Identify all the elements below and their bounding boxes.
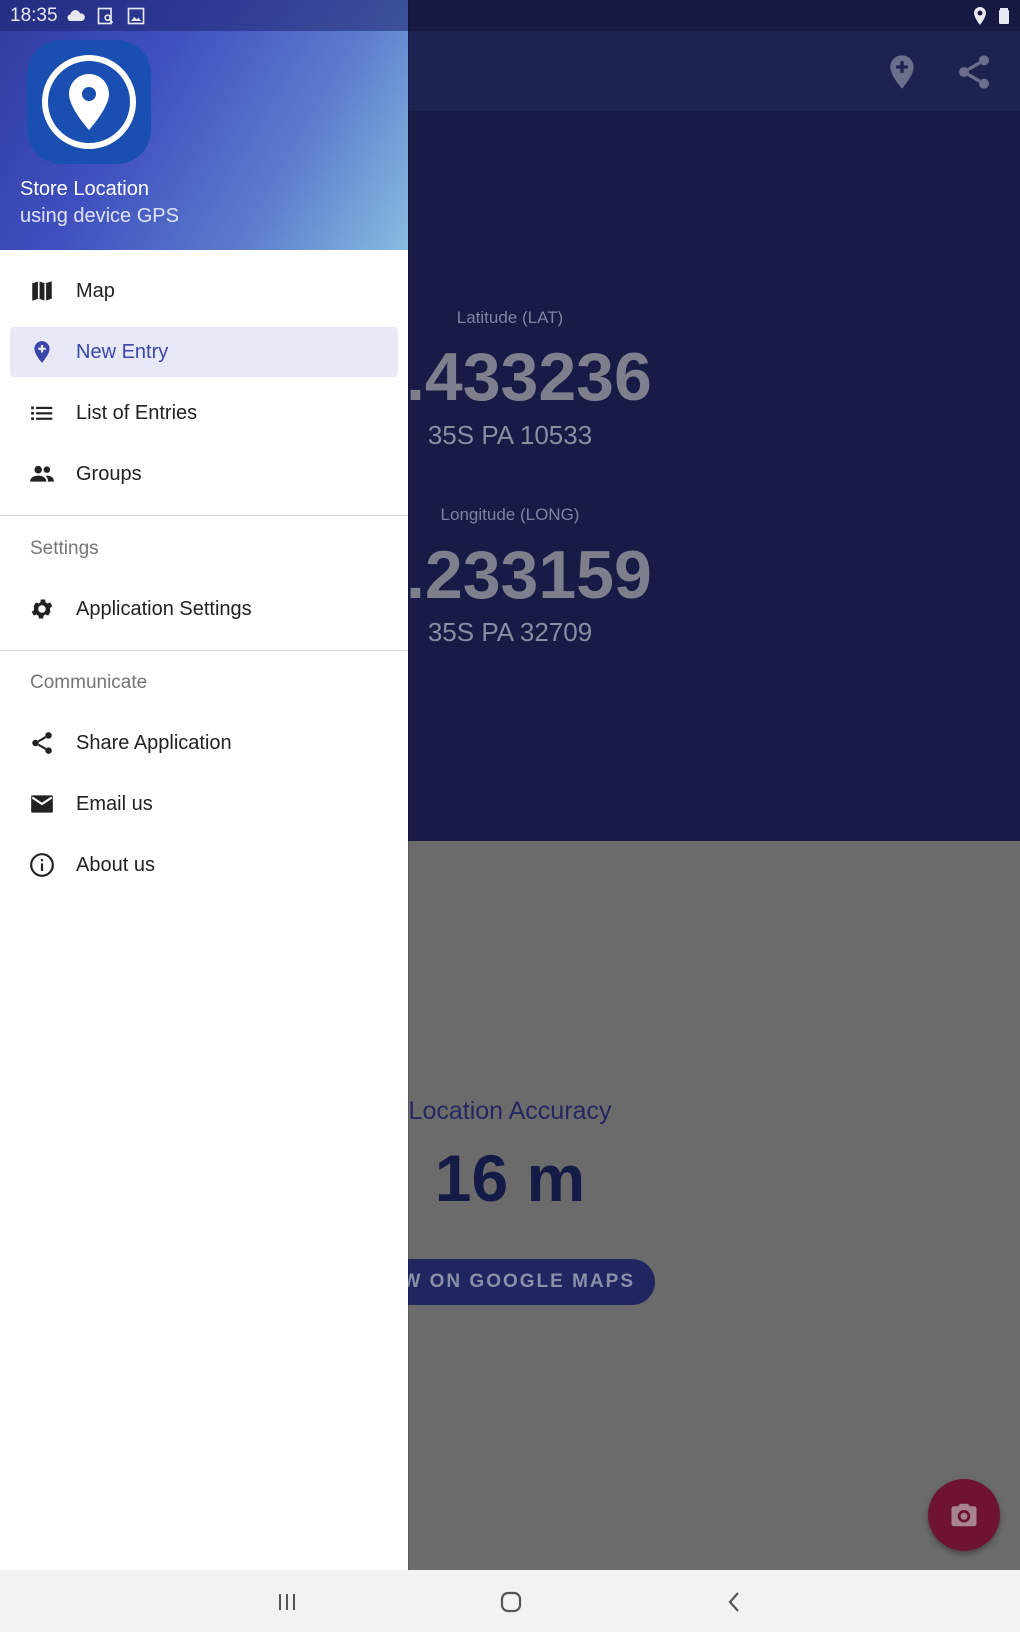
divider: [0, 650, 408, 651]
accuracy-label: Location Accuracy: [408, 1097, 612, 1125]
nav-item-application-settings[interactable]: Application Settings: [10, 584, 398, 634]
back-button[interactable]: [720, 1587, 750, 1617]
recents-icon: [279, 1594, 295, 1610]
gear-icon: [29, 596, 55, 622]
navigation-drawer: 18:35 Store Location using device GPS Ma…: [0, 0, 408, 1570]
add-location-icon: [890, 55, 914, 89]
section-label-settings: Settings: [30, 538, 99, 559]
screenshot-icon: [96, 6, 116, 26]
add-location-button[interactable]: [882, 52, 922, 92]
battery-icon: [996, 6, 1012, 26]
camera-fab[interactable]: [928, 1479, 1000, 1551]
nav-item-share-application[interactable]: Share Application: [10, 718, 398, 768]
info-icon: [29, 852, 55, 878]
nav-label: Map: [76, 279, 115, 302]
recents-button[interactable]: [272, 1587, 302, 1617]
header-subtitle: using device GPS: [20, 205, 179, 227]
map-pin-logo: [27, 40, 151, 164]
divider: [0, 515, 408, 516]
nav-label: Groups: [76, 462, 142, 485]
home-button[interactable]: [496, 1587, 526, 1617]
nav-label: Application Settings: [76, 597, 252, 620]
nav-label: New Entry: [76, 340, 169, 363]
add-location-icon: [29, 339, 55, 365]
share-icon: [29, 730, 55, 756]
status-time: 18:35: [10, 5, 58, 26]
accuracy-value: 16 m: [434, 1141, 586, 1215]
back-icon: [728, 1592, 739, 1612]
list-icon: [29, 400, 55, 426]
nav-label: Share Application: [76, 731, 232, 754]
status-icons-right: [972, 6, 1012, 26]
section-label-communicate: Communicate: [30, 672, 148, 693]
nav-item-new-entry[interactable]: New Entry: [10, 327, 398, 377]
nav-label: List of Entries: [76, 401, 198, 424]
header-title: Store Location: [20, 178, 149, 200]
drawer-header: 18:35 Store Location using device GPS: [0, 0, 408, 250]
map-icon: [29, 278, 55, 304]
share-icon: [959, 55, 989, 89]
status-icons-left: [66, 6, 146, 26]
nav-item-groups[interactable]: Groups: [10, 449, 398, 499]
cloud-icon: [66, 6, 86, 26]
camera-icon: [951, 1503, 977, 1527]
nav-item-about-us[interactable]: About us: [10, 840, 398, 890]
system-navigation-bar: [0, 1570, 1020, 1632]
share-button[interactable]: [954, 52, 994, 92]
location-icon: [972, 6, 988, 26]
drawer-edge: [408, 0, 409, 1570]
nav-item-map[interactable]: Map: [10, 266, 398, 316]
drawer-status-bar: 18:35: [0, 0, 408, 31]
email-icon: [29, 791, 55, 817]
nav-label: About us: [76, 853, 155, 876]
nav-item-list-of-entries[interactable]: List of Entries: [10, 388, 398, 438]
home-icon: [500, 1591, 522, 1613]
nav-item-email-us[interactable]: Email us: [10, 779, 398, 829]
image-icon: [126, 6, 146, 26]
groups-icon: [29, 461, 55, 487]
nav-label: Email us: [76, 792, 153, 815]
